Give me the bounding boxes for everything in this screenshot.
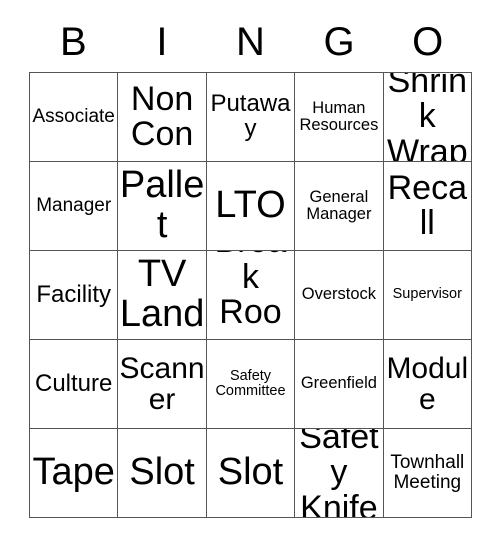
bingo-cell[interactable]: Safety Knife xyxy=(295,429,384,518)
bingo-cell-label: Safety Committee xyxy=(215,367,286,399)
bingo-header-letter-b: B xyxy=(59,20,87,64)
bingo-cell-label: Shrink Wrap xyxy=(386,73,468,162)
bingo-header-row: B I N G O xyxy=(29,14,472,70)
bingo-cell[interactable]: Non Con xyxy=(118,73,207,162)
bingo-grid: Associate Non Con Putaway Human Resources Sh… xyxy=(29,72,472,518)
bingo-cell[interactable]: Recall xyxy=(383,162,472,251)
bingo-cell-label: Module xyxy=(386,351,469,416)
bingo-cell[interactable]: Tape xyxy=(30,429,119,518)
bingo-header-letter-i: I xyxy=(156,20,168,64)
bingo-cell-label: Tape xyxy=(32,451,115,494)
bingo-cell[interactable]: LTO xyxy=(206,162,296,251)
bingo-cell[interactable]: Safety Committee xyxy=(206,340,296,429)
bingo-cell-label: Associate xyxy=(32,106,115,128)
bingo-header-letter-g: G xyxy=(323,20,355,64)
bingo-cell-label: Non Con xyxy=(130,79,194,153)
bingo-cell-label: Greenfield xyxy=(300,374,377,393)
bingo-cell[interactable]: Slot xyxy=(118,429,207,518)
bingo-cell[interactable]: General Manager xyxy=(295,162,384,251)
bingo-cell-label: General Manager xyxy=(306,187,372,223)
bingo-cell[interactable]: Manager xyxy=(30,162,119,251)
bingo-cell[interactable]: Putaway xyxy=(206,73,296,162)
bingo-cell-label: Pallet xyxy=(119,164,205,246)
bingo-cell[interactable]: Scanner xyxy=(118,340,207,429)
bingo-cell-label: Manager xyxy=(36,195,112,217)
bingo-cell-label: Culture xyxy=(35,369,113,397)
bingo-cell[interactable]: Supervisor xyxy=(383,251,472,340)
bingo-cell[interactable]: Associate xyxy=(30,73,119,162)
bingo-cell-label: Scanner xyxy=(119,351,205,416)
bingo-cell-label: Supervisor xyxy=(392,286,462,303)
bingo-cell-label: Overstock xyxy=(301,285,377,304)
bingo-cell-label: Slot xyxy=(217,451,284,494)
bingo-cell-label: Townhall Meeting xyxy=(390,452,465,493)
bingo-cell[interactable]: Culture xyxy=(30,340,119,429)
bingo-cell-label: Putaway xyxy=(210,90,291,142)
bingo-header-letter-o: O xyxy=(412,20,444,64)
bingo-cell-label: LTO xyxy=(215,184,286,227)
bingo-cell[interactable]: Module xyxy=(383,340,472,429)
bingo-cell[interactable]: Slot xyxy=(206,429,296,518)
bingo-cell-label: TV Land xyxy=(119,253,205,335)
bingo-cell[interactable]: Townhall Meeting xyxy=(383,429,472,518)
bingo-cell[interactable]: Human Resources xyxy=(295,73,384,162)
bingo-cell-label: Safety Knife xyxy=(299,429,379,518)
bingo-cell-label: Recall xyxy=(387,168,467,242)
bingo-cell-label: Facility xyxy=(36,280,112,308)
bingo-card: B I N G O Associate Non Con Putaway Human R… xyxy=(0,0,500,544)
bingo-cell-label: Break Room xyxy=(215,251,287,339)
bingo-cell[interactable]: TV Land xyxy=(118,251,207,340)
bingo-cell[interactable]: Facility xyxy=(30,251,119,340)
bingo-cell-label: Human Resources xyxy=(299,98,379,134)
bingo-cell[interactable]: Break Room xyxy=(206,251,296,340)
bingo-cell[interactable]: Greenfield xyxy=(295,340,384,429)
bingo-header-letter-n: N xyxy=(236,20,265,64)
bingo-cell[interactable]: Overstock xyxy=(295,251,384,340)
bingo-cell-label: Slot xyxy=(129,451,195,494)
bingo-cell[interactable]: Shrink Wrap xyxy=(383,73,472,162)
bingo-cell[interactable]: Pallet xyxy=(118,162,207,251)
